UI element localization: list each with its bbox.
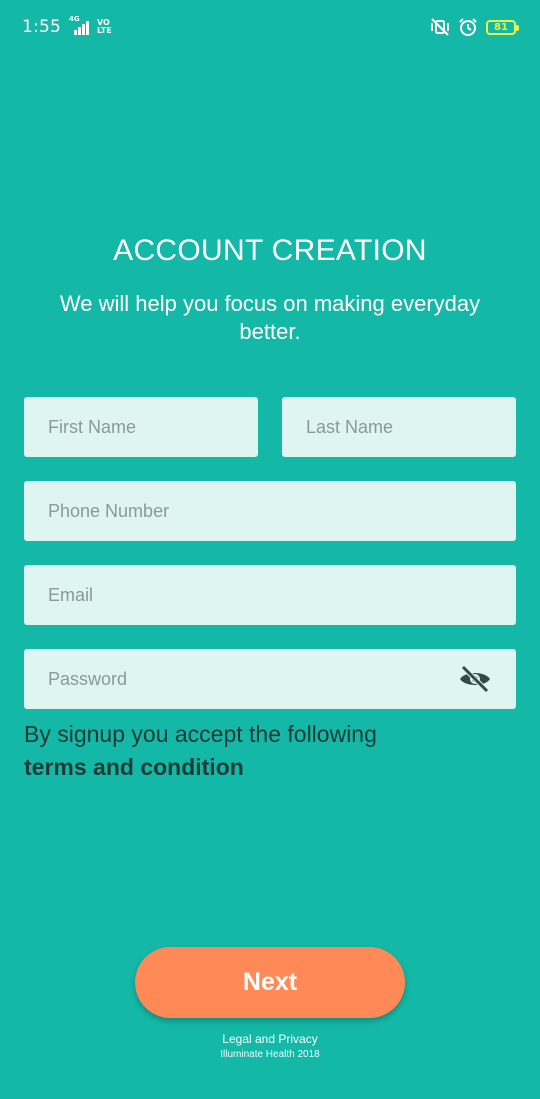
first-name-input[interactable] xyxy=(24,397,258,457)
vibrate-off-icon xyxy=(430,18,450,36)
volte-indicator: VO LTE xyxy=(97,19,112,35)
page-subtitle: We will help you focus on making everyda… xyxy=(59,291,481,344)
battery-indicator: 81 xyxy=(486,19,519,35)
password-field xyxy=(24,649,516,709)
phone-number-input[interactable] xyxy=(24,481,516,541)
terms-section: By signup you accept the following terms… xyxy=(24,718,516,784)
terms-link[interactable]: terms and condition xyxy=(24,751,516,784)
signal-icon: 4G xyxy=(69,15,89,35)
email-input[interactable] xyxy=(24,565,516,625)
last-name-input[interactable] xyxy=(282,397,516,457)
terms-text: By signup you accept the following xyxy=(24,721,377,747)
alarm-icon xyxy=(458,17,478,37)
status-bar: 1:55 4G VO LTE 81 xyxy=(0,0,540,54)
password-input[interactable] xyxy=(24,649,516,709)
status-right: 81 xyxy=(430,17,519,37)
status-left: 1:55 4G VO LTE xyxy=(22,15,112,37)
legal-privacy-link[interactable]: Legal and Privacy xyxy=(0,1032,540,1046)
volte-bottom: LTE xyxy=(96,26,112,35)
page-title: ACCOUNT CREATION xyxy=(113,234,427,267)
copyright-text: Illuminate Health 2018 xyxy=(220,1049,320,1060)
eye-off-icon[interactable] xyxy=(458,663,492,695)
next-button[interactable]: Next xyxy=(135,947,405,1018)
footer: Legal and Privacy Illuminate Health 2018 xyxy=(0,1032,540,1060)
status-time: 1:55 xyxy=(22,17,61,37)
network-type: 4G xyxy=(68,15,80,23)
